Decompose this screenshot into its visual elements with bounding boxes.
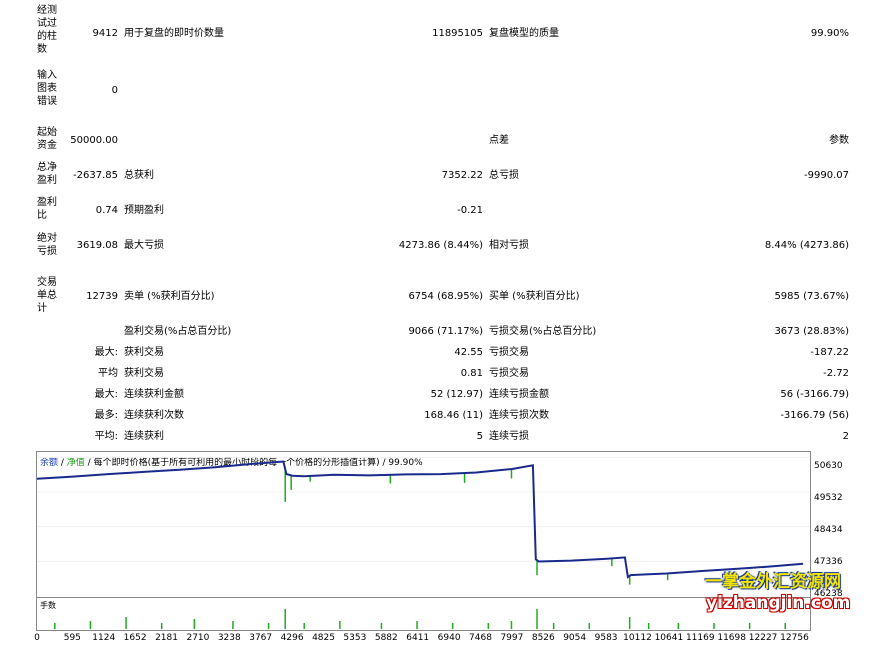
x-tick-label: 9583 bbox=[594, 633, 618, 643]
mismatched-label: 输入 图表 错误 bbox=[37, 70, 57, 107]
loss-trades-label: 亏损交易(%占总百分比) bbox=[489, 326, 597, 337]
x-tick-label: 10641 bbox=[654, 633, 684, 643]
avg-consec-losses-label: 连续亏损 bbox=[489, 431, 529, 442]
y-tick-label: 50630 bbox=[814, 461, 843, 471]
largest-prefix: 最大: bbox=[94, 347, 118, 358]
max-consec-losses-label: 连续亏损金额 bbox=[489, 389, 549, 400]
gross-loss-label: 总亏损 bbox=[489, 170, 519, 181]
avg-loss-label: 亏损交易 bbox=[489, 368, 529, 379]
x-tick-label: 10112 bbox=[623, 633, 652, 643]
x-tick-label: 7997 bbox=[500, 633, 524, 643]
x-tick-label: 5882 bbox=[374, 633, 398, 643]
gross-profit-value: 7352.22 bbox=[441, 170, 483, 181]
ticks-label: 用于复盘的即时价数量 bbox=[124, 28, 224, 39]
expected-payoff-label: 预期盈利 bbox=[124, 205, 164, 216]
largest-loss-value: -187.22 bbox=[810, 347, 849, 358]
x-tick-label: 12756 bbox=[780, 633, 809, 643]
balance-line bbox=[37, 460, 804, 579]
net-profit-value: -2637.85 bbox=[73, 170, 118, 181]
largest-profit-value: 42.55 bbox=[454, 347, 483, 358]
max-drawdown-label: 最大亏损 bbox=[124, 240, 164, 251]
x-tick-label: 2710 bbox=[186, 633, 210, 643]
y-tick-label: 49532 bbox=[814, 493, 843, 503]
long-trades-label: 买单 (%获利百分比) bbox=[489, 291, 580, 302]
quality-label: 复盘模型的质量 bbox=[489, 28, 559, 39]
deposit-value: 50000.00 bbox=[70, 135, 118, 146]
avg-profit-value: 0.81 bbox=[460, 368, 483, 379]
x-tick-label: 9054 bbox=[563, 633, 587, 643]
bars-tested-label: 经测 试过 的柱数 bbox=[37, 5, 57, 55]
x-tick-label: 0 bbox=[34, 633, 40, 643]
x-tick-label: 7468 bbox=[469, 633, 492, 643]
net-profit-label: 总净 盈利 bbox=[37, 162, 57, 186]
spread-label: 点差 bbox=[489, 135, 509, 146]
max-consec-wins-label: 连续获利金额 bbox=[124, 389, 184, 400]
short-trades-label: 卖单 (%获利百分比) bbox=[124, 291, 215, 302]
avg-consec-wins-value: 5 bbox=[476, 431, 483, 442]
short-trades-value: 6754 (68.95%) bbox=[408, 291, 483, 302]
gross-loss-value: -9990.07 bbox=[804, 170, 849, 181]
mismatched-value: 0 bbox=[111, 85, 118, 96]
watermark-line1: 一掌金外汇资源网 bbox=[705, 572, 841, 592]
total-trades-value: 12739 bbox=[86, 291, 118, 302]
x-tick-label: 12227 bbox=[748, 633, 778, 643]
y-tick-label: 48434 bbox=[814, 525, 843, 535]
x-tick-label: 1652 bbox=[123, 633, 147, 643]
max-consec-profit-label: 连续获利次数 bbox=[124, 410, 184, 421]
bars-tested-value: 9412 bbox=[92, 28, 118, 39]
x-tick-label: 6411 bbox=[406, 633, 430, 643]
spread-value: 参数 bbox=[829, 135, 849, 146]
avg-consec-wins-label: 连续获利 bbox=[124, 431, 164, 442]
max-consec-loss-value: -3166.79 (56) bbox=[780, 410, 849, 421]
max-consec-amt-prefix: 最多: bbox=[94, 410, 118, 421]
expected-payoff-value: -0.21 bbox=[457, 205, 483, 216]
long-trades-value: 5985 (73.67%) bbox=[774, 291, 849, 302]
watermark-line2: yizhangjin.com bbox=[706, 593, 851, 613]
x-tick-label: 1124 bbox=[92, 633, 116, 643]
balance-chart bbox=[37, 456, 809, 596]
x-tick-label: 595 bbox=[63, 633, 81, 643]
total-trades-label: 交易 单总计 bbox=[37, 277, 57, 314]
max-consec-loss-label: 连续亏损次数 bbox=[489, 410, 549, 421]
profit-factor-label: 盈利比 bbox=[37, 197, 57, 221]
max-consec-prefix: 最大: bbox=[94, 389, 118, 400]
avg-consec-losses-value: 2 bbox=[842, 431, 849, 442]
largest-profit-label: 获利交易 bbox=[124, 347, 164, 358]
avg-profit-label: 获利交易 bbox=[124, 368, 164, 379]
x-tick-label: 3238 bbox=[217, 633, 241, 643]
rel-drawdown-label: 相对亏损 bbox=[489, 240, 529, 251]
x-tick-label: 6940 bbox=[437, 633, 461, 643]
x-tick-label: 11169 bbox=[685, 633, 715, 643]
abs-drawdown-value: 3619.08 bbox=[76, 240, 118, 251]
x-tick-label: 5353 bbox=[343, 633, 367, 643]
profit-trades-value: 9066 (71.17%) bbox=[408, 326, 483, 337]
largest-loss-label: 亏损交易 bbox=[489, 347, 529, 358]
avg-consec-prefix: 平均: bbox=[94, 431, 118, 442]
max-consec-losses-value: 56 (-3166.79) bbox=[780, 389, 849, 400]
volume-chart bbox=[54, 609, 786, 629]
x-tick-label: 3767 bbox=[249, 633, 273, 643]
ticks-value: 11895105 bbox=[432, 28, 483, 39]
x-tick-label: 8526 bbox=[531, 633, 555, 643]
max-consec-wins-value: 52 (12.97) bbox=[430, 389, 483, 400]
max-drawdown-value: 4273.86 (8.44%) bbox=[398, 240, 483, 251]
gross-profit-label: 总获利 bbox=[124, 170, 154, 181]
deposit-label: 起始 资金 bbox=[37, 127, 57, 151]
y-tick-label: 47336 bbox=[814, 557, 843, 567]
average-prefix: 平均 bbox=[98, 368, 118, 379]
x-tick-label: 4825 bbox=[312, 633, 335, 643]
avg-loss-value: -2.72 bbox=[823, 368, 849, 379]
x-tick-label: 11698 bbox=[717, 633, 746, 643]
max-consec-profit-value: 168.46 (11) bbox=[424, 410, 483, 421]
abs-drawdown-label: 绝对 亏损 bbox=[37, 233, 57, 257]
profit-trades-label: 盈利交易(%占总百分比) bbox=[124, 326, 232, 337]
rel-drawdown-value: 8.44% (4273.86) bbox=[764, 240, 849, 251]
loss-trades-value: 3673 (28.83%) bbox=[774, 326, 849, 337]
x-tick-label: 4296 bbox=[280, 633, 304, 643]
profit-factor-value: 0.74 bbox=[95, 205, 118, 216]
x-tick-label: 2181 bbox=[155, 633, 178, 643]
quality-value: 99.90% bbox=[810, 28, 849, 39]
